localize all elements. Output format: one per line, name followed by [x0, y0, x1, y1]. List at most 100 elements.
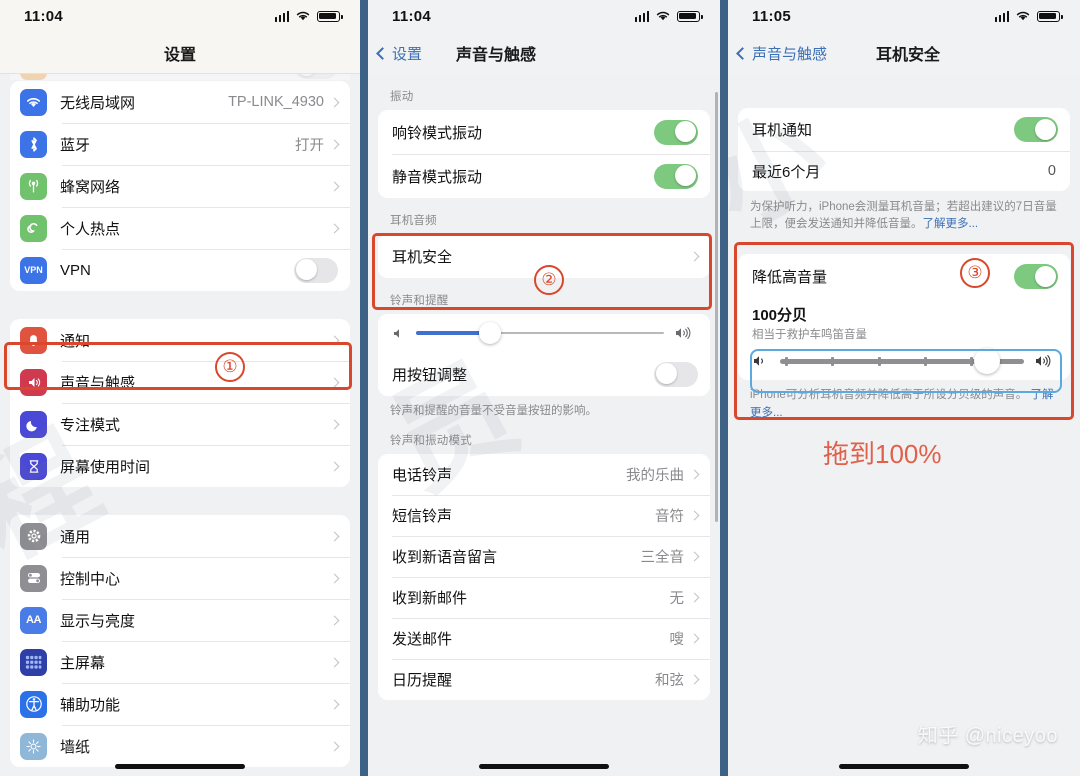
reduce-loud-sounds-toggle[interactable] [1014, 263, 1058, 289]
list-item-ringtone[interactable]: 电话铃声 我的乐曲 [378, 453, 710, 495]
sidebar-item-notifications[interactable]: 通知 [10, 319, 350, 361]
slider-tick [784, 356, 788, 366]
list-item-change-with-buttons[interactable]: 用按钮调整 [378, 352, 710, 396]
partial-row-airplane[interactable]: ✈ [10, 74, 350, 80]
signal-icon [274, 10, 289, 22]
ring-vibration-toggle[interactable] [654, 119, 698, 145]
row-value: 0 [1047, 163, 1056, 179]
sidebar-item-sounds-haptics[interactable]: 声音与触感 [10, 361, 350, 403]
scrollbar[interactable] [715, 92, 718, 522]
row-value: 三全音 [640, 549, 685, 566]
decibel-block: 100分贝 相当于救护车鸣笛音量 [738, 298, 1070, 345]
slider-knob[interactable] [974, 348, 1001, 375]
battery-icon [677, 10, 703, 22]
list-item-new-voicemail[interactable]: 收到新语音留言 三全音 [378, 535, 710, 577]
chevron-right-icon [689, 469, 700, 480]
decibel-slider-row[interactable] [738, 344, 1070, 381]
sidebar-item-control-center[interactable]: 控制中心 [10, 557, 350, 599]
status-indicators [634, 10, 703, 22]
list-item-sent-mail[interactable]: 发送邮件 嗖 [378, 617, 710, 659]
status-indicators [994, 10, 1063, 22]
chevron-right-icon [329, 741, 340, 751]
sidebar-item-screen-time[interactable]: 屏幕使用时间 [10, 445, 350, 487]
chevron-right-icon [329, 419, 340, 429]
display-brightness-icon: AA [20, 606, 47, 634]
vpn-toggle[interactable] [294, 257, 338, 283]
settings-list[interactable]: ✈ 无线局域网 TP-LINK_4930 [0, 74, 360, 776]
list-item-calendar-alerts[interactable]: 日历提醒 和弦 [378, 658, 710, 700]
list-item-text-tone[interactable]: 短信铃声 音符 [378, 494, 710, 536]
row-label: 个人热点 [60, 220, 121, 238]
chevron-right-icon [329, 615, 340, 625]
group-network: 无线局域网 TP-LINK_4930 蓝牙 打开 蜂窝网络 个人热点 VPN V… [10, 81, 350, 291]
list-item-silent-vibration[interactable]: 静音模式振动 [378, 154, 710, 198]
callout-drag-to-100: 拖到100% [823, 439, 942, 469]
note-ringer-alerts: 铃声和提醒的音量不受音量按钮的影响。 [390, 405, 597, 417]
row-label: 短信铃声 [392, 507, 453, 525]
bluetooth-icon [20, 130, 47, 158]
status-time: 11:04 [392, 7, 432, 25]
wifi-icon [296, 11, 310, 21]
row-value: 无 [669, 590, 685, 607]
learn-more-link[interactable]: 了解更多... [923, 218, 979, 230]
screen-time-icon [20, 452, 47, 480]
wifi-icon [1016, 11, 1030, 21]
general-icon [20, 522, 47, 550]
list-item-ring-vibration[interactable]: 响铃模式振动 [378, 110, 710, 154]
three-panel-screenshot: 程 11:04 设置 ✈ [0, 0, 1080, 776]
sidebar-item-general[interactable]: 通用 [10, 515, 350, 557]
chevron-right-icon [329, 223, 340, 233]
slider-knob[interactable] [479, 322, 502, 344]
slider-tick [831, 356, 835, 366]
ringer-volume-track[interactable] [416, 322, 664, 344]
panel-divider [360, 0, 368, 776]
row-value: 打开 [295, 137, 324, 154]
silent-vibration-toggle[interactable] [654, 163, 698, 189]
battery-icon [317, 10, 343, 22]
chevron-left-icon [736, 46, 749, 60]
list-item-new-mail[interactable]: 收到新邮件 无 [378, 576, 710, 618]
back-button[interactable]: 声音与触感 [736, 43, 828, 64]
row-label: 通知 [60, 332, 91, 350]
sidebar-item-display-brightness[interactable]: AA 显示与亮度 [10, 599, 350, 641]
sidebar-item-focus[interactable]: 专注模式 [10, 403, 350, 445]
chevron-right-icon [329, 181, 340, 191]
airplane-icon: ✈ [20, 74, 47, 80]
row-label: 发送邮件 [392, 630, 453, 648]
page-title: 耳机安全 [876, 47, 941, 64]
row-label: 最近6个月 [752, 163, 821, 181]
sounds-list[interactable]: 振动 响铃模式振动 静音模式振动 耳机音频 耳机安全 铃声和提醒 用按钮调整 铃… [368, 74, 720, 776]
ringer-volume-slider-row[interactable] [378, 314, 710, 352]
change-with-buttons-toggle[interactable] [654, 361, 698, 387]
control-center-icon [20, 564, 47, 592]
note-reduce-loud-sounds: iPhone可分析耳机音频并降低高于所设分贝级的声音。 了解更多... [728, 380, 1080, 426]
chevron-right-icon [689, 633, 700, 644]
home-indicator [839, 764, 969, 769]
sidebar-item-accessibility[interactable]: 辅助功能 [10, 683, 350, 725]
sidebar-item-hotspot[interactable]: 个人热点 [10, 207, 350, 249]
sidebar-item-wallpaper[interactable]: 墙纸 [10, 725, 350, 767]
chevron-right-icon [329, 97, 340, 107]
back-label: 设置 [392, 45, 423, 63]
page-title: 设置 [163, 46, 196, 64]
group-general: 通用 控制中心 AA 显示与亮度 主屏幕 辅助功能 墙纸 [10, 515, 350, 767]
headphone-safety-list[interactable]: 耳机通知 最近6个月 0 为保护听力，iPhone会测量耳机音量；若超出建议的7… [728, 74, 1080, 776]
list-item-headphone-notifications[interactable]: 耳机通知 [738, 108, 1070, 151]
list-item[interactable]: ✈ [10, 74, 350, 80]
sidebar-item-vpn[interactable]: VPN VPN [10, 249, 350, 291]
toggle[interactable] [294, 74, 338, 79]
status-time: 11:04 [24, 7, 64, 25]
headphone-notifications-toggle[interactable] [1014, 117, 1058, 142]
back-button[interactable]: 设置 [376, 43, 423, 64]
list-item-reduce-loud-sounds[interactable]: 降低高音量 [738, 254, 1070, 299]
vpn-icon: VPN [20, 256, 47, 284]
decibel-track[interactable] [780, 348, 1024, 375]
sidebar-item-home-screen[interactable]: 主屏幕 [10, 641, 350, 683]
row-label: 无线局域网 [60, 94, 136, 112]
sidebar-item-bluetooth[interactable]: 蓝牙 打开 [10, 123, 350, 165]
sidebar-item-cellular[interactable]: 蜂窝网络 [10, 165, 350, 207]
chevron-right-icon [689, 674, 700, 685]
back-label: 声音与触感 [752, 45, 828, 63]
note-text: iPhone可分析耳机音频并降低高于所设分贝级的声音。 [750, 389, 1028, 402]
sidebar-item-wifi[interactable]: 无线局域网 TP-LINK_4930 [10, 81, 350, 123]
